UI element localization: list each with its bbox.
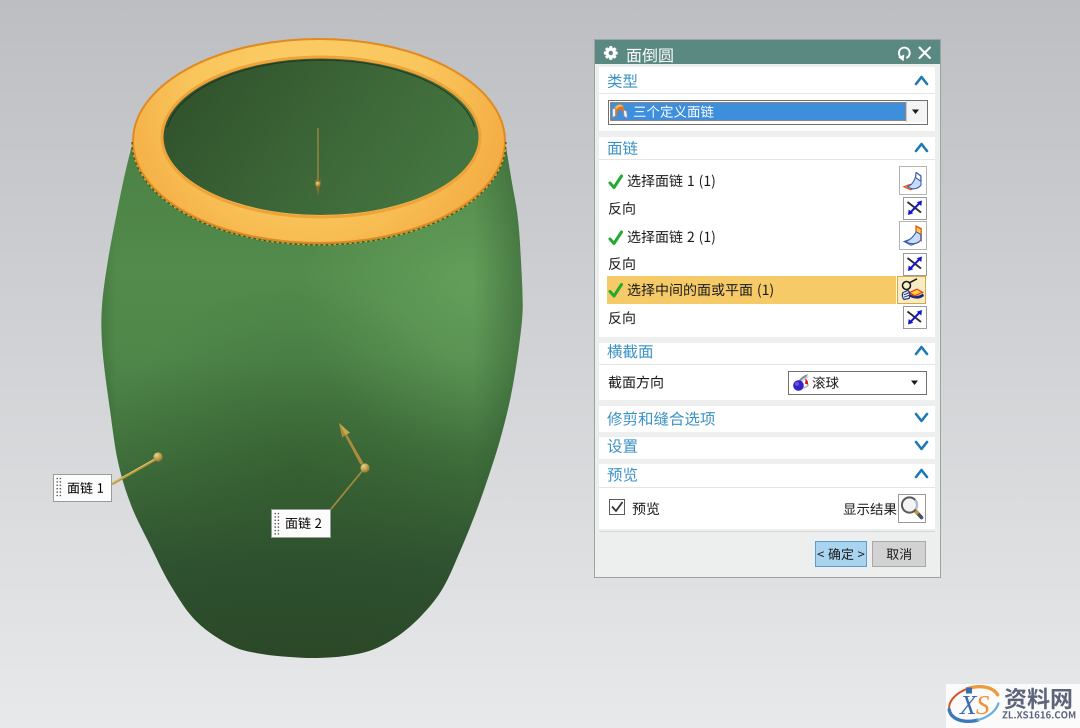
- svg-text:S: S: [976, 690, 990, 720]
